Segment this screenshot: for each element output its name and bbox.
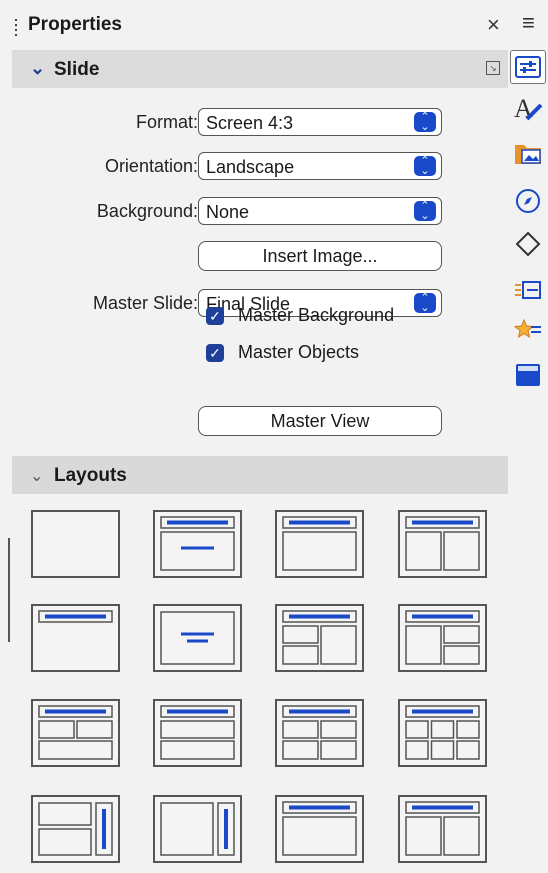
master-objects-label: Master Objects: [238, 342, 360, 362]
properties-panel: Properties × ⌄ Slide ↘ Format: Screen 4:…: [12, 0, 508, 873]
spin-arrows-icon: ⌃ ⌄: [414, 293, 436, 314]
orientation-label: Orientation:: [104, 156, 198, 176]
background-value: None: [206, 202, 250, 222]
spin-arrows-icon: ⌃ ⌄: [414, 201, 436, 222]
chevron-down-icon[interactable]: ⌄: [30, 58, 45, 79]
layout-title-2-content-wide[interactable]: [398, 795, 487, 863]
layout-title-only[interactable]: [275, 510, 364, 578]
transition-icon[interactable]: [510, 313, 546, 347]
master-slide-label: Master Slide:: [92, 293, 198, 313]
layout-title-content-2[interactable]: [275, 604, 364, 672]
orientation-value: Landscape: [206, 157, 295, 177]
svg-text:A: A: [514, 95, 533, 123]
layout-title-content-wide[interactable]: [275, 795, 364, 863]
spin-arrows-icon: ⌃ ⌄: [414, 112, 436, 133]
format-label: Format:: [135, 112, 198, 132]
close-icon[interactable]: ×: [487, 12, 500, 38]
insert-image-button[interactable]: Insert Image...: [198, 241, 442, 271]
master-background-label: Master Background: [238, 305, 395, 325]
styles-icon[interactable]: A: [510, 92, 546, 126]
sidebar-menu-icon[interactable]: ≡: [522, 10, 535, 36]
layout-title-2-content-2[interactable]: [398, 604, 487, 672]
more-options-icon[interactable]: ↘: [486, 61, 500, 75]
master-background-checkbox[interactable]: ✓: [206, 307, 224, 325]
layouts-section-header[interactable]: ⌄ Layouts: [12, 456, 508, 494]
shapes-icon[interactable]: [510, 227, 546, 261]
window-edge: [8, 538, 10, 642]
background-select[interactable]: None ⌃ ⌄: [198, 197, 442, 225]
gallery-icon[interactable]: [510, 136, 546, 170]
master-slides-icon[interactable]: [510, 358, 546, 392]
orientation-select[interactable]: Landscape ⌃ ⌄: [198, 152, 442, 180]
layouts-section-title: Layouts: [54, 465, 127, 486]
layout-title-4-content[interactable]: [275, 699, 364, 767]
layout-title-top[interactable]: [31, 604, 120, 672]
master-view-button[interactable]: Master View: [198, 406, 442, 436]
layout-title-2-content-over[interactable]: [31, 699, 120, 767]
layout-title-content[interactable]: [153, 510, 242, 578]
format-select[interactable]: Screen 4:3 ⌃ ⌄: [198, 108, 442, 136]
layout-title-content-over[interactable]: [153, 699, 242, 767]
layout-title-2-content[interactable]: [398, 510, 487, 578]
slide-section-header[interactable]: ⌄ Slide ↘: [12, 50, 508, 88]
sidebar-tab-bar: A: [508, 40, 548, 873]
slide-section-title: Slide: [54, 59, 100, 80]
layout-vertical-title[interactable]: [153, 795, 242, 863]
drag-grip-icon[interactable]: [15, 19, 17, 38]
layout-blank[interactable]: [31, 510, 120, 578]
navigator-icon[interactable]: [510, 184, 546, 218]
layout-title-6-content[interactable]: [398, 699, 487, 767]
properties-icon[interactable]: [510, 50, 546, 84]
background-label: Background:: [96, 201, 198, 221]
master-objects-checkbox[interactable]: ✓: [206, 344, 224, 362]
layout-title-vertical[interactable]: [31, 795, 120, 863]
chevron-down-icon[interactable]: ⌄: [30, 466, 43, 486]
panel-title: Properties: [28, 14, 122, 35]
spin-arrows-icon: ⌃ ⌄: [414, 156, 436, 177]
format-value: Screen 4:3: [206, 113, 294, 133]
animation-icon[interactable]: [510, 273, 546, 307]
layout-centered-text[interactable]: [153, 604, 242, 672]
